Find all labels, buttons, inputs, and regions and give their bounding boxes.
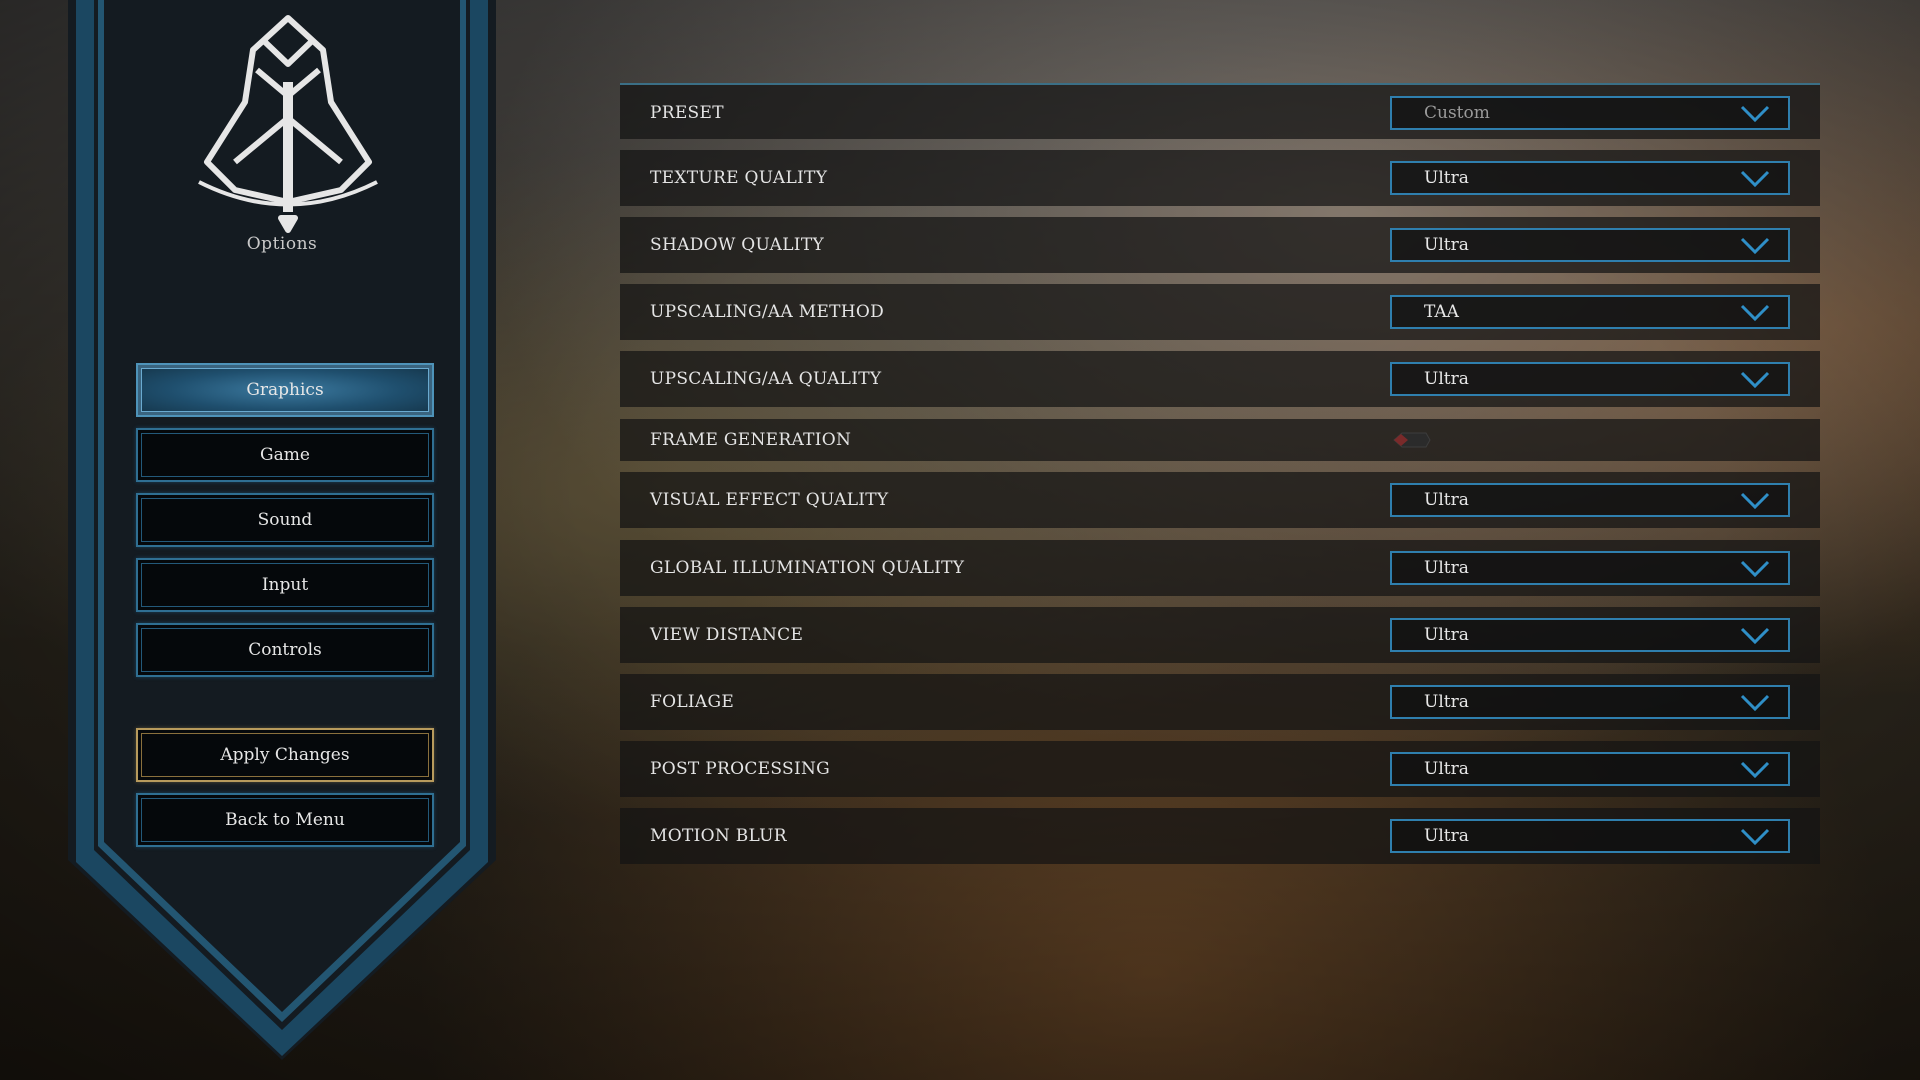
setting-row-shadow-quality: SHADOW QUALITY Ultra: [620, 217, 1820, 273]
setting-label: TEXTURE QUALITY: [650, 168, 828, 188]
setting-row-texture-quality: TEXTURE QUALITY Ultra: [620, 150, 1820, 206]
setting-label: UPSCALING/AA QUALITY: [650, 369, 882, 389]
dropdown-value: Ultra: [1424, 235, 1469, 255]
chevron-down-icon: [1740, 828, 1770, 846]
dropdown-value: Ultra: [1424, 369, 1469, 389]
nav-graphics-button[interactable]: Graphics: [136, 363, 434, 417]
chevron-down-icon: [1740, 694, 1770, 712]
dropdown-value: TAA: [1424, 302, 1459, 322]
dropdown-value: Ultra: [1424, 558, 1469, 578]
upscaling-quality-dropdown[interactable]: Ultra: [1390, 362, 1790, 396]
nav-game-button[interactable]: Game: [136, 428, 434, 482]
nav-sound-button[interactable]: Sound: [136, 493, 434, 547]
bell-knot-emblem-icon: [195, 12, 381, 234]
setting-row-upscaling-quality: UPSCALING/AA QUALITY Ultra: [620, 351, 1820, 407]
dropdown-value: Ultra: [1424, 692, 1469, 712]
setting-label: GLOBAL ILLUMINATION QUALITY: [650, 558, 965, 578]
setting-row-foliage: FOLIAGE Ultra: [620, 674, 1820, 730]
setting-row-motion-blur: MOTION BLUR Ultra: [620, 808, 1820, 864]
chevron-down-icon: [1740, 237, 1770, 255]
setting-label: FOLIAGE: [650, 692, 735, 712]
nav-input-button[interactable]: Input: [136, 558, 434, 612]
view-distance-dropdown[interactable]: Ultra: [1390, 618, 1790, 652]
setting-label: SHADOW QUALITY: [650, 235, 824, 255]
setting-label: MOTION BLUR: [650, 826, 787, 846]
chevron-down-icon: [1740, 304, 1770, 322]
chevron-down-icon: [1740, 560, 1770, 578]
options-title: Options: [246, 234, 318, 254]
post-processing-dropdown[interactable]: Ultra: [1390, 752, 1790, 786]
chevron-down-icon: [1740, 371, 1770, 389]
setting-row-preset: PRESET Custom: [620, 83, 1820, 139]
motion-blur-dropdown[interactable]: Ultra: [1390, 819, 1790, 853]
dropdown-value: Ultra: [1424, 826, 1469, 846]
dropdown-value: Ultra: [1424, 490, 1469, 510]
upscaling-method-dropdown[interactable]: TAA: [1390, 295, 1790, 329]
chevron-down-icon: [1740, 170, 1770, 188]
dropdown-value: Custom: [1424, 103, 1490, 123]
nav-controls-button[interactable]: Controls: [136, 623, 434, 677]
visual-effect-quality-dropdown[interactable]: Ultra: [1390, 483, 1790, 517]
apply-changes-button[interactable]: Apply Changes: [136, 728, 434, 782]
setting-label: VIEW DISTANCE: [650, 625, 804, 645]
setting-row-view-distance: VIEW DISTANCE Ultra: [620, 607, 1820, 663]
preset-dropdown[interactable]: Custom: [1390, 96, 1790, 130]
setting-row-upscaling-method: UPSCALING/AA METHOD TAA: [620, 284, 1820, 340]
setting-label: UPSCALING/AA METHOD: [650, 302, 885, 322]
dropdown-value: Ultra: [1424, 625, 1469, 645]
global-illumination-dropdown[interactable]: Ultra: [1390, 551, 1790, 585]
toggle-off-icon[interactable]: [1392, 432, 1432, 448]
chevron-down-icon: [1740, 492, 1770, 510]
dropdown-value: Ultra: [1424, 759, 1469, 779]
chevron-down-icon: [1740, 627, 1770, 645]
chevron-down-icon: [1740, 761, 1770, 779]
setting-row-post-processing: POST PROCESSING Ultra: [620, 741, 1820, 797]
setting-label: FRAME GENERATION: [650, 430, 852, 450]
back-to-menu-button[interactable]: Back to Menu: [136, 793, 434, 847]
setting-row-frame-generation: FRAME GENERATION: [620, 419, 1820, 461]
setting-label: PRESET: [650, 103, 724, 123]
shadow-quality-dropdown[interactable]: Ultra: [1390, 228, 1790, 262]
dropdown-value: Ultra: [1424, 168, 1469, 188]
setting-label: POST PROCESSING: [650, 759, 831, 779]
setting-row-visual-effect-quality: VISUAL EFFECT QUALITY Ultra: [620, 472, 1820, 528]
foliage-dropdown[interactable]: Ultra: [1390, 685, 1790, 719]
setting-label: VISUAL EFFECT QUALITY: [650, 490, 889, 510]
texture-quality-dropdown[interactable]: Ultra: [1390, 161, 1790, 195]
chevron-down-icon: [1740, 105, 1770, 123]
setting-row-global-illumination: GLOBAL ILLUMINATION QUALITY Ultra: [620, 540, 1820, 596]
